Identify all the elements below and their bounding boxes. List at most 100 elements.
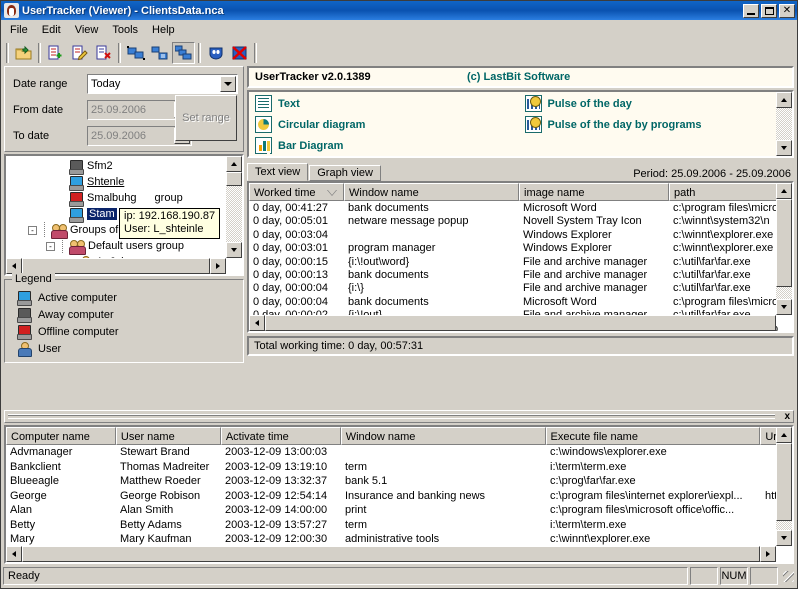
report-item-pulse-by-programs[interactable]: Pulse of the day by programs <box>523 114 793 135</box>
column-header-window-name[interactable]: Window name <box>344 183 519 201</box>
menu-file[interactable]: File <box>3 22 35 38</box>
set-range-button[interactable]: Set range <box>175 95 237 141</box>
scroll-down-button[interactable] <box>226 242 242 258</box>
menu-help[interactable]: Help <box>145 22 182 38</box>
report-item-circular-diagram[interactable]: Circular diagram <box>253 114 523 135</box>
column-header-window-name[interactable]: Window name <box>340 427 546 445</box>
table-row[interactable]: Client3Client32003-12-09 13:57:01finance… <box>6 562 792 564</box>
scroll-up-button[interactable] <box>226 156 242 172</box>
column-header-user-name[interactable]: User name <box>115 427 221 445</box>
table-row[interactable]: 0 day, 00:05:01 netware message popup Nove… <box>249 215 792 228</box>
close-icon: ✕ <box>782 4 792 16</box>
scroll-up-button[interactable] <box>776 183 792 199</box>
column-header-activate-time[interactable]: Activate time <box>220 427 341 445</box>
date-range-select[interactable]: Today <box>87 74 238 94</box>
open-folder-icon[interactable] <box>12 42 35 64</box>
scroll-thumb-h[interactable] <box>22 546 760 562</box>
report-item-text[interactable]: Text <box>253 93 523 114</box>
scroll-left-button[interactable] <box>249 315 265 331</box>
tree-node-smalbuhg[interactable]: Smalbuhg group <box>6 190 242 207</box>
resize-grip-icon[interactable] <box>781 569 795 583</box>
column-header-worked-time[interactable]: Worked time <box>249 183 344 201</box>
scroll-up-button[interactable] <box>776 92 792 108</box>
table-row[interactable]: 0 day, 00:00:04 bank documents Microsoft W… <box>249 296 792 309</box>
scroll-track[interactable] <box>776 108 792 140</box>
to-date-value: 25.09.2006 <box>91 130 147 142</box>
scroll-right-button[interactable] <box>760 546 776 562</box>
table-row[interactable]: Bankclient Thomas Madreiter 2003-12-09 13:… <box>6 461 792 476</box>
network-detail-icon[interactable] <box>148 42 171 64</box>
table-row[interactable]: 0 day, 00:03:01 program manager Windows Ex… <box>249 242 792 255</box>
tab-text-view[interactable]: Text view <box>247 163 309 181</box>
table-row[interactable]: Betty Betty Adams 2003-12-09 13:57:27 term i… <box>6 519 792 534</box>
detail-grid-horizontal-scrollbar[interactable] <box>6 546 776 562</box>
legend-label: Offline computer <box>38 325 119 338</box>
text-view-rows: 0 day, 00:41:27 bank documents Microsoft W… <box>249 201 792 331</box>
tree-node-sfm2[interactable]: Sfm2 <box>6 158 242 175</box>
column-header-computer-name[interactable]: Computer name <box>6 427 116 445</box>
mask-icon[interactable] <box>204 42 227 64</box>
scroll-up-button[interactable] <box>776 427 792 443</box>
detail-grid-vertical-scrollbar[interactable] <box>776 427 792 546</box>
menu-tools[interactable]: Tools <box>105 22 145 38</box>
table-row[interactable]: 0 day, 00:03:04 Windows Explorer c:\winnt\… <box>249 229 792 242</box>
scroll-right-button[interactable] <box>210 258 226 274</box>
stop-icon[interactable] <box>228 42 251 64</box>
scroll-down-button[interactable] <box>776 299 792 315</box>
reports-vertical-scrollbar[interactable] <box>776 92 792 156</box>
tree-vertical-scrollbar[interactable] <box>226 156 242 258</box>
add-record-icon[interactable] <box>44 42 67 64</box>
table-row[interactable]: 0 day, 00:41:27 bank documents Microsoft W… <box>249 202 792 215</box>
cell-computer-name: Client3 <box>6 562 116 564</box>
cell-execute-file-name: i:\term\term.exe <box>550 518 627 531</box>
scroll-thumb[interactable] <box>776 199 792 287</box>
menu-edit[interactable]: Edit <box>35 22 68 38</box>
table-row[interactable]: George George Robison 2003-12-09 12:54:14 I… <box>6 490 792 505</box>
scroll-thumb-h[interactable] <box>265 315 776 331</box>
network-view-icon[interactable] <box>124 42 147 64</box>
text-view-horizontal-scrollbar[interactable] <box>249 315 776 331</box>
scroll-left-button[interactable] <box>6 546 22 562</box>
tree-node-shtenle[interactable]: Shtenle <box>6 174 242 191</box>
table-row[interactable]: Alan Alan Smith 2003-12-09 14:00:00 print c:… <box>6 504 792 519</box>
table-row[interactable]: Advmanager Stewart Brand 2003-12-09 13:00:… <box>6 446 792 461</box>
cell-window-name: bank documents <box>348 202 429 214</box>
scroll-down-button[interactable] <box>776 530 792 546</box>
column-header-path[interactable]: path <box>669 183 792 201</box>
tree-expander-icon[interactable]: - <box>46 241 55 251</box>
table-row[interactable]: Blueeagle Matthew Roeder 2003-12-09 13:32:… <box>6 475 792 490</box>
detail-panel-close-icon[interactable]: x <box>784 411 790 422</box>
cell-user-name: George Robison <box>120 489 201 502</box>
scroll-thumb-h[interactable] <box>22 258 210 274</box>
maximize-button[interactable] <box>761 3 777 18</box>
tab-graph-view[interactable]: Graph view <box>309 165 381 181</box>
menu-view[interactable]: View <box>68 22 106 38</box>
scroll-down-button[interactable] <box>776 140 792 156</box>
column-header-execute-file-name[interactable]: Execute file name <box>545 427 761 445</box>
delete-record-icon[interactable] <box>92 42 115 64</box>
scroll-track[interactable] <box>776 521 792 530</box>
tree-node-default-users-group[interactable]: - Default users group <box>6 238 242 255</box>
minimize-button[interactable] <box>743 3 759 18</box>
scroll-thumb[interactable] <box>776 443 792 521</box>
report-item-pulse-of-the-day[interactable]: Pulse of the day <box>523 93 793 114</box>
computer-tree[interactable]: Sfm2 Shtenle Smalbuhg group Stam - Group… <box>6 156 242 274</box>
close-button[interactable]: ✕ <box>779 3 795 18</box>
table-row[interactable]: 0 day, 00:00:15 {i:\!out\word} File and ar… <box>249 256 792 269</box>
text-view-vertical-scrollbar[interactable] <box>776 183 792 315</box>
network-group-icon[interactable] <box>172 42 195 64</box>
report-item-bar-diagram[interactable]: Bar Diagram <box>253 135 523 156</box>
scroll-thumb[interactable] <box>226 172 242 186</box>
table-row[interactable]: 0 day, 00:00:04 {i:\} File and archive man… <box>249 282 792 295</box>
scroll-track[interactable] <box>226 186 242 242</box>
detail-panel-caption[interactable]: x <box>4 410 794 423</box>
edit-record-icon[interactable] <box>68 42 91 64</box>
column-header-image-name[interactable]: image name <box>519 183 669 201</box>
scroll-left-button[interactable] <box>6 258 22 274</box>
tree-horizontal-scrollbar[interactable] <box>6 258 226 274</box>
scroll-track[interactable] <box>776 287 792 299</box>
tree-expander-icon[interactable]: - <box>28 225 37 235</box>
cell-worked-time: 0 day, 00:41:27 <box>253 202 329 214</box>
chevron-down-icon[interactable] <box>220 76 236 92</box>
table-row[interactable]: 0 day, 00:00:13 bank documents File and ar… <box>249 269 792 282</box>
